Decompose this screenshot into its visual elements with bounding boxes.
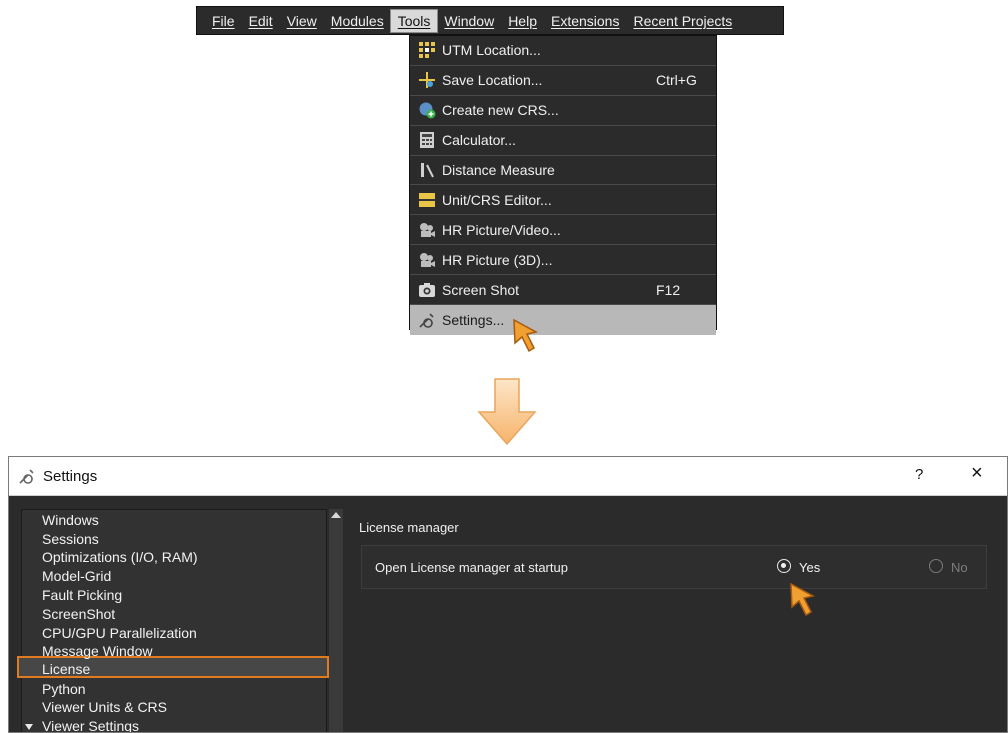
unit-crs-icon [418,191,436,209]
tree-item-python[interactable]: Python [42,681,86,697]
ruler-icon [418,161,436,179]
menu-item-hr-picture-video[interactable]: HR Picture/Video... [410,215,716,246]
menu-item-hr-picture-3d[interactable]: HR Picture (3D)... [410,245,716,276]
section-heading: License manager [359,520,459,535]
utm-grid-icon [418,41,436,59]
tree-item-screenshot[interactable]: ScreenShot [42,606,115,622]
tree-item-message-window[interactable]: Message Window [42,643,153,659]
wrench-icon [19,469,34,484]
menu-item-utm-location[interactable]: UTM Location... [410,36,716,66]
menu-recent-projects[interactable]: Recent Projects [626,10,739,32]
tree-item-optimizations[interactable]: Optimizations (I/O, RAM) [42,549,198,565]
menu-file[interactable]: File [205,10,242,32]
scroll-up-arrow-icon[interactable] [331,512,341,518]
help-button[interactable]: ? [915,466,923,483]
tree-item-fault-picking[interactable]: Fault Picking [42,587,122,603]
calculator-icon [418,131,436,149]
wrench-icon [418,311,436,329]
menu-help[interactable]: Help [501,10,544,32]
menu-modules[interactable]: Modules [324,10,391,32]
tree-item-model-grid[interactable]: Model-Grid [42,568,111,584]
menu-item-settings[interactable]: Settings... [410,305,716,335]
tree-item-viewer-settings[interactable]: Viewer Settings [42,718,139,732]
license-option-row: Open License manager at startup Yes No [361,545,987,589]
menu-item-distance-measure[interactable]: Distance Measure [410,156,716,186]
menu-item-create-crs[interactable]: Create new CRS... [410,96,716,126]
camera-icon [418,281,436,299]
tree-scrollbar[interactable] [329,509,343,732]
tree-item-windows[interactable]: Windows [42,512,99,528]
tools-dropdown-menu: UTM Location... Save Location... Ctrl+G … [409,35,717,335]
expand-arrow-icon[interactable] [25,724,33,730]
menu-window[interactable]: Window [437,10,501,32]
tree-item-viewer-units[interactable]: Viewer Units & CRS [42,699,167,715]
radio-no[interactable] [929,559,943,573]
option-label: Open License manager at startup [375,560,568,575]
cursor-arrow-icon [790,582,816,617]
menu-tools[interactable]: Tools [389,8,439,33]
save-location-icon [418,71,436,89]
tree-item-license[interactable]: License [42,661,90,677]
radio-no-label[interactable]: No [951,560,968,575]
tree-item-sessions[interactable]: Sessions [42,531,99,547]
menu-item-calculator[interactable]: Calculator... [410,126,716,156]
window-title: Settings [43,467,98,485]
radio-yes[interactable] [777,559,791,573]
globe-plus-icon [418,101,436,119]
menu-edit[interactable]: Edit [242,10,280,32]
menu-item-unit-crs-editor[interactable]: Unit/CRS Editor... [410,185,716,216]
menu-item-screen-shot[interactable]: Screen Shot F12 [410,275,716,306]
down-arrow-icon [477,378,537,446]
settings-window: Settings ? × Windows Sessions Optimizati… [8,456,1008,733]
menu-bar: File Edit View Modules Tools Window Help… [196,6,784,35]
film-reel-icon [418,221,436,239]
close-button[interactable]: × [971,462,983,485]
menu-view[interactable]: View [280,10,324,32]
radio-yes-label[interactable]: Yes [799,560,820,575]
menu-item-save-location[interactable]: Save Location... Ctrl+G [410,66,716,96]
menu-extensions[interactable]: Extensions [544,10,626,32]
film-reel-icon [418,251,436,269]
title-bar: Settings ? × [9,457,1007,496]
cursor-arrow-icon [513,318,539,353]
tree-item-cpu-gpu[interactable]: CPU/GPU Parallelization [42,625,197,641]
